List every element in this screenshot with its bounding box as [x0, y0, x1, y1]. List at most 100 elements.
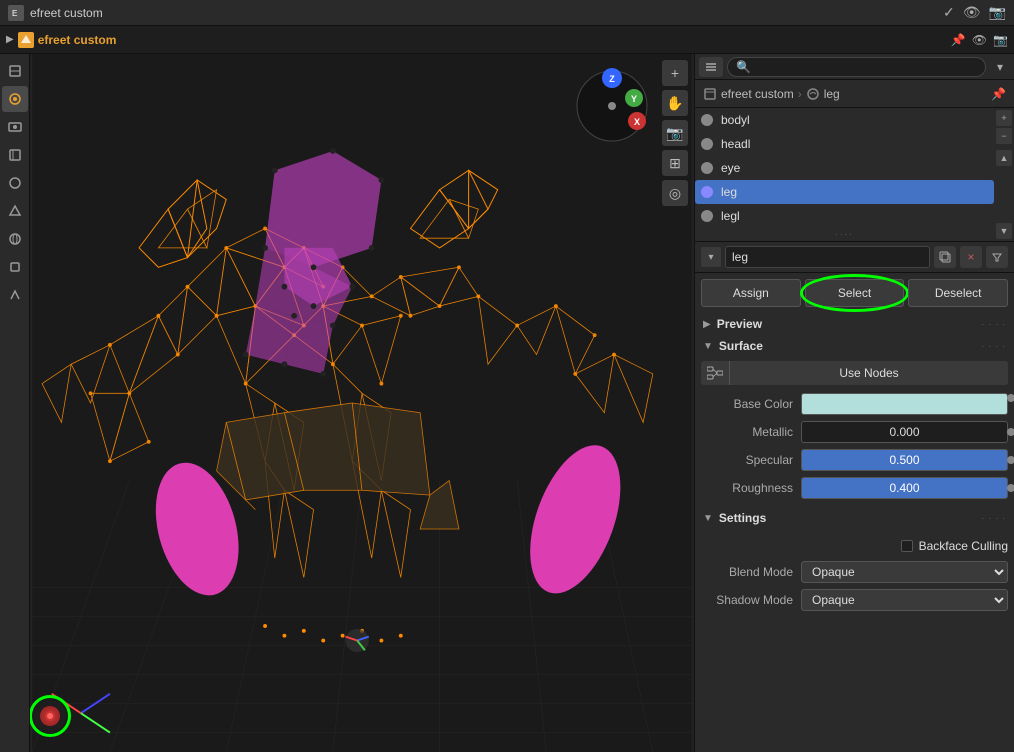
sidebar-scene-icon[interactable]: [2, 198, 28, 224]
base-color-dot: [1007, 394, 1014, 402]
eye-action-icon[interactable]: 👁: [963, 4, 981, 21]
metallic-dot: [1007, 428, 1014, 436]
node-icon-button[interactable]: [701, 361, 729, 385]
mesh-icon: [703, 87, 717, 101]
panel-camera-icon[interactable]: 📷: [993, 33, 1008, 47]
surface-section-header[interactable]: ▼ Surface · · · ·: [695, 335, 1014, 357]
panel-pin-icon[interactable]: 📌: [951, 33, 966, 47]
navigation-gizmo[interactable]: Z Y X: [572, 66, 652, 146]
specular-label: Specular: [701, 453, 801, 467]
roughness-value: 0.400: [889, 481, 919, 495]
panel-eye-icon[interactable]: 👁: [972, 33, 987, 47]
specular-value: 0.500: [889, 453, 919, 467]
list-add-button[interactable]: +: [996, 110, 1012, 126]
metallic-value: 0.000: [889, 425, 919, 439]
sidebar-object-icon[interactable]: [2, 254, 28, 280]
select-button[interactable]: Select: [805, 279, 905, 307]
material-name-eye: eye: [721, 161, 740, 175]
search-bar[interactable]: 🔍: [727, 57, 986, 77]
panel-arrow[interactable]: ▶: [6, 34, 14, 45]
material-dot-headl: [701, 138, 713, 150]
material-name-bodyl: bodyl: [721, 113, 750, 127]
panel-menu-button[interactable]: [699, 57, 723, 77]
material-copy-button[interactable]: [934, 246, 956, 268]
material-item-eye[interactable]: eye: [695, 156, 994, 180]
material-item-leg[interactable]: leg: [695, 180, 994, 204]
viewport-right-toolbar: + ✋ 📷 ⊞ ◎: [662, 60, 688, 206]
blend-mode-select[interactable]: Opaque Alpha Blend Alpha Clip: [801, 561, 1008, 583]
material-filter-button[interactable]: [986, 246, 1008, 268]
grid-button[interactable]: ⊞: [662, 150, 688, 176]
pan-button[interactable]: ✋: [662, 90, 688, 116]
camera-action-icon[interactable]: 📷: [989, 4, 1006, 21]
surface-section-title: Surface: [719, 339, 763, 353]
svg-text:E: E: [12, 9, 17, 18]
sidebar-material-icon[interactable]: [2, 86, 28, 112]
layer-button[interactable]: ◎: [662, 180, 688, 206]
surface-arrow-icon: ▼: [703, 341, 713, 352]
filter-button[interactable]: ▾: [990, 57, 1010, 77]
scroll-down-button[interactable]: ▼: [996, 223, 1012, 239]
preview-section-header[interactable]: ▶ Preview · · · ·: [695, 313, 1014, 335]
material-name-input[interactable]: [725, 246, 930, 268]
mode-button-inner: [40, 706, 60, 726]
material-item-bodyl[interactable]: bodyl: [695, 108, 994, 132]
use-nodes-button[interactable]: Use Nodes: [729, 361, 1008, 385]
blend-mode-label: Blend Mode: [701, 565, 801, 579]
base-color-row: Base Color: [701, 391, 1008, 417]
material-type-button[interactable]: ▾: [701, 247, 721, 267]
specular-field[interactable]: 0.500: [801, 449, 1008, 471]
sidebar-render-icon[interactable]: [2, 114, 28, 140]
backface-culling-row: Backface Culling: [701, 533, 1008, 559]
breadcrumb-separator: ›: [798, 87, 802, 101]
window-title: efreet custom: [30, 6, 103, 20]
sidebar-output-icon[interactable]: [2, 142, 28, 168]
camera-view-button[interactable]: 📷: [662, 120, 688, 146]
blend-mode-row: Blend Mode Opaque Alpha Blend Alpha Clip: [701, 559, 1008, 585]
metallic-field[interactable]: 0.000: [801, 421, 1008, 443]
material-item-legl[interactable]: legl: [695, 204, 994, 228]
sidebar-tool-icon[interactable]: [2, 58, 28, 84]
backface-culling-checkbox[interactable]: [901, 540, 913, 552]
window-icon: E: [8, 5, 24, 21]
assign-button[interactable]: Assign: [701, 279, 801, 307]
metallic-row: Metallic 0.000: [701, 419, 1008, 445]
material-name-leg: leg: [721, 185, 737, 199]
roughness-field[interactable]: 0.400: [801, 477, 1008, 499]
list-remove-button[interactable]: −: [996, 128, 1012, 144]
material-name-headl: headl: [721, 137, 750, 151]
deselect-button[interactable]: Deselect: [908, 279, 1008, 307]
preview-section-title: Preview: [717, 317, 762, 331]
roughness-label: Roughness: [701, 481, 801, 495]
material-dot-legl: [701, 210, 713, 222]
panel-object-title: efreet custom: [38, 33, 117, 47]
shadow-mode-select[interactable]: Opaque None Alpha Clip: [801, 589, 1008, 611]
check-action-icon[interactable]: ✓: [943, 4, 955, 21]
viewport[interactable]: Z Y X + ✋ 📷 ⊞ ◎: [30, 54, 694, 752]
sidebar-view-icon[interactable]: [2, 170, 28, 196]
settings-section-dots: · · · ·: [982, 514, 1006, 523]
select-button-label: Select: [838, 286, 871, 300]
zoom-in-button[interactable]: +: [662, 60, 688, 86]
scroll-up-button[interactable]: ▲: [996, 150, 1012, 166]
material-name-legl: legl: [721, 209, 740, 223]
material-delete-button[interactable]: ×: [960, 246, 982, 268]
panel-toolbar: 🔍 ▾: [695, 54, 1014, 80]
base-color-field[interactable]: [801, 393, 1008, 415]
material-item-headl[interactable]: headl: [695, 132, 994, 156]
material-dot-eye: [701, 162, 713, 174]
sidebar-world-icon[interactable]: [2, 226, 28, 252]
settings-section-title: Settings: [719, 511, 766, 525]
mode-button-wrap: [34, 700, 66, 732]
right-panel: 🔍 ▾ efreet custom › leg 📌 bodyl: [694, 54, 1014, 752]
sidebar-modifier-icon[interactable]: [2, 282, 28, 308]
material-dot-leg: [701, 186, 713, 198]
shadow-mode-row: Shadow Mode Opaque None Alpha Clip: [701, 587, 1008, 613]
mode-button[interactable]: [34, 700, 66, 732]
breadcrumb: efreet custom › leg 📌: [695, 80, 1014, 108]
metallic-label: Metallic: [701, 425, 801, 439]
svg-text:X: X: [634, 117, 640, 127]
roughness-row: Roughness 0.400: [701, 475, 1008, 501]
settings-section-header[interactable]: ▼ Settings · · · ·: [695, 507, 1014, 529]
pin-button[interactable]: 📌: [991, 87, 1006, 101]
